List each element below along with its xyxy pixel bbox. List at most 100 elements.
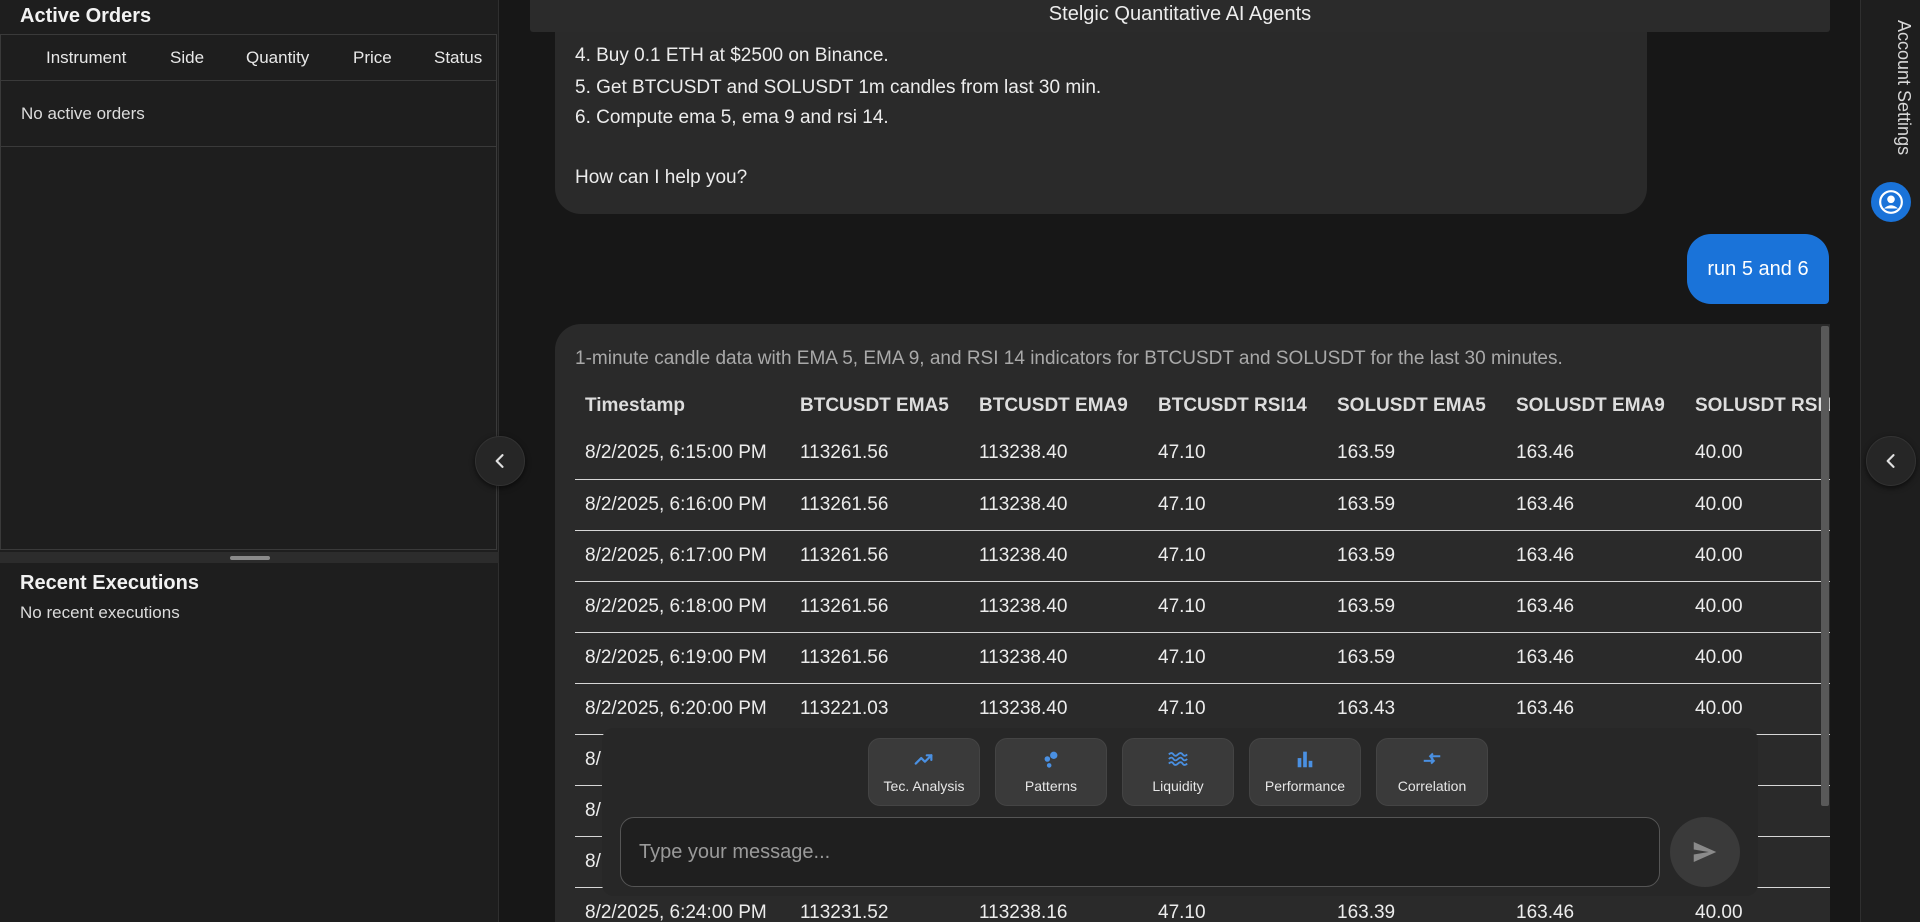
account-settings-label[interactable]: Account Settings [1893, 20, 1914, 155]
message-composer: Tec. Analysis Patterns Liquidity Perform… [602, 728, 1758, 896]
no-recent-executions-text: No recent executions [20, 603, 180, 622]
send-icon [1693, 842, 1717, 862]
table-cell: 47.10 [1148, 479, 1327, 531]
liquidity-button[interactable]: Liquidity [1122, 738, 1234, 806]
collapse-left-panel-button[interactable] [475, 436, 525, 486]
table-row: 8/2/2025, 6:15:00 PM 113261.56 113238.40 47… [575, 428, 1830, 480]
table-cell: 163.59 [1327, 428, 1506, 480]
quick-action-label: Performance [1264, 778, 1346, 794]
table-cell: 40.00 [1685, 683, 1830, 735]
account-avatar-button[interactable] [1871, 182, 1911, 222]
table-cell: 8/2/2025, 6:19:00 PM [575, 632, 790, 684]
table-cell: 113261.56 [790, 632, 969, 684]
table-cell: 40.00 [1685, 530, 1830, 582]
trending-up-icon [914, 754, 933, 765]
recent-executions-title: Recent Executions [20, 572, 199, 594]
bar-chart-icon [1297, 751, 1313, 768]
table-row: 8/2/2025, 6:20:00 PM 113221.03 113238.40 47… [575, 683, 1830, 735]
active-orders-title: Active Orders [20, 5, 152, 27]
table-cell: 113261.56 [790, 530, 969, 582]
table-cell: 47.10 [1148, 683, 1327, 735]
column-header: BTCUSDT EMA9 [979, 395, 1128, 416]
column-header-side[interactable]: Side [170, 48, 204, 68]
table-cell: 8/2/2025, 6:17:00 PM [575, 530, 790, 582]
tec-analysis-button[interactable]: Tec. Analysis [868, 738, 980, 806]
table-cell: 47.10 [1148, 530, 1327, 582]
table-cell: 163.46 [1506, 581, 1685, 633]
table-cell: 40.00 [1685, 632, 1830, 684]
table-cell: 113238.40 [969, 632, 1148, 684]
table-row: 8/2/2025, 6:17:00 PM 113261.56 113238.40 47… [575, 530, 1830, 582]
waves-icon [1168, 752, 1188, 766]
table-cell: 163.59 [1327, 530, 1506, 582]
table-cell: 113238.40 [969, 581, 1148, 633]
table-cell: 113238.40 [969, 683, 1148, 735]
table-cell: 47.10 [1148, 581, 1327, 633]
column-header: SOLUSDT EMA5 [1337, 395, 1486, 416]
user-message: run 5 and 6 [1687, 234, 1829, 304]
send-button[interactable] [1670, 817, 1740, 887]
assistant-message: 4. Buy 0.1 ETH at $2500 on Binance. 5. G… [555, 32, 1647, 214]
column-header-instrument[interactable]: Instrument [46, 48, 126, 68]
table-cell: 47.10 [1148, 428, 1327, 480]
collapse-right-panel-button[interactable] [1866, 436, 1916, 486]
table-cell: 40.00 [1685, 581, 1830, 633]
scatter-icon [1044, 751, 1058, 768]
table-row: 8/2/2025, 6:19:00 PM 113261.56 113238.40 47… [575, 632, 1830, 684]
table-cell: 113261.56 [790, 479, 969, 531]
table-cell: 113221.03 [790, 683, 969, 735]
table-cell: 8/2/2025, 6:16:00 PM [575, 479, 790, 531]
table-cell: 163.59 [1327, 479, 1506, 531]
table-cell: 113261.56 [790, 428, 969, 480]
assistant-line: How can I help you? [575, 167, 748, 188]
quick-action-label: Patterns [1024, 778, 1078, 794]
table-cell: 163.46 [1506, 632, 1685, 684]
table-cell: 8/2/2025, 6:15:00 PM [575, 428, 790, 480]
table-cell: 113238.40 [969, 530, 1148, 582]
patterns-button[interactable]: Patterns [995, 738, 1107, 806]
table-header-row: Timestamp BTCUSDT EMA5 BTCUSDT EMA9 BTCU… [575, 384, 1830, 428]
table-cell: 163.46 [1506, 683, 1685, 735]
column-header: BTCUSDT RSI14 [1158, 395, 1307, 416]
table-row: 8/2/2025, 6:16:00 PM 113261.56 113238.40 47… [575, 479, 1830, 531]
chat-vertical-scrollbar[interactable] [1821, 326, 1829, 806]
correlation-button[interactable]: Correlation [1376, 738, 1488, 806]
quick-action-label: Tec. Analysis [883, 778, 965, 794]
column-header-quantity[interactable]: Quantity [246, 48, 309, 68]
chevron-left-icon [495, 454, 504, 468]
assistant-line: 6. Compute ema 5, ema 9 and rsi 14. [575, 107, 889, 128]
column-header: Timestamp [585, 395, 685, 416]
table-cell: 113261.56 [790, 581, 969, 633]
column-header: SOLUSDT EMA9 [1516, 395, 1665, 416]
column-header-price[interactable]: Price [353, 48, 392, 68]
table-cell: 163.59 [1327, 632, 1506, 684]
quick-action-label: Correlation [1397, 778, 1467, 794]
drag-grip-icon[interactable] [230, 556, 270, 560]
column-header: SOLUSDT RSI14 [1695, 395, 1830, 416]
active-orders-table: Instrument Side Quantity Price Status No… [0, 34, 497, 550]
message-input[interactable] [620, 817, 1660, 887]
quick-action-label: Liquidity [1152, 778, 1204, 794]
no-active-orders-text: No active orders [1, 81, 496, 147]
performance-button[interactable]: Performance [1249, 738, 1361, 806]
table-row: 8/2/2025, 6:18:00 PM 113261.56 113238.40 47… [575, 581, 1830, 633]
orders-table-header: Instrument Side Quantity Price Status [1, 35, 496, 81]
column-header: BTCUSDT EMA5 [800, 395, 949, 416]
table-cell: 47.10 [1148, 632, 1327, 684]
account-circle-icon [1879, 190, 1903, 214]
chevron-left-icon [1886, 454, 1895, 468]
assistant-line: 4. Buy 0.1 ETH at $2500 on Binance. [575, 45, 889, 66]
table-cell: 163.46 [1506, 530, 1685, 582]
table-cell: 163.46 [1506, 428, 1685, 480]
table-cell: 163.46 [1506, 479, 1685, 531]
table-cell: 163.59 [1327, 581, 1506, 633]
table-cell: 113238.40 [969, 479, 1148, 531]
compare-arrows-icon [1423, 752, 1441, 765]
table-cell: 8/2/2025, 6:20:00 PM [575, 683, 790, 735]
result-intro-text: 1-minute candle data with EMA 5, EMA 9, … [575, 348, 1563, 369]
assistant-line: 5. Get BTCUSDT and SOLUSDT 1m candles fr… [575, 77, 1102, 98]
left-panel: Active Orders Instrument Side Quantity P… [0, 0, 499, 922]
table-cell: 40.00 [1685, 428, 1830, 480]
column-header-status[interactable]: Status [434, 48, 482, 68]
panel-resize-handle[interactable] [0, 552, 499, 563]
